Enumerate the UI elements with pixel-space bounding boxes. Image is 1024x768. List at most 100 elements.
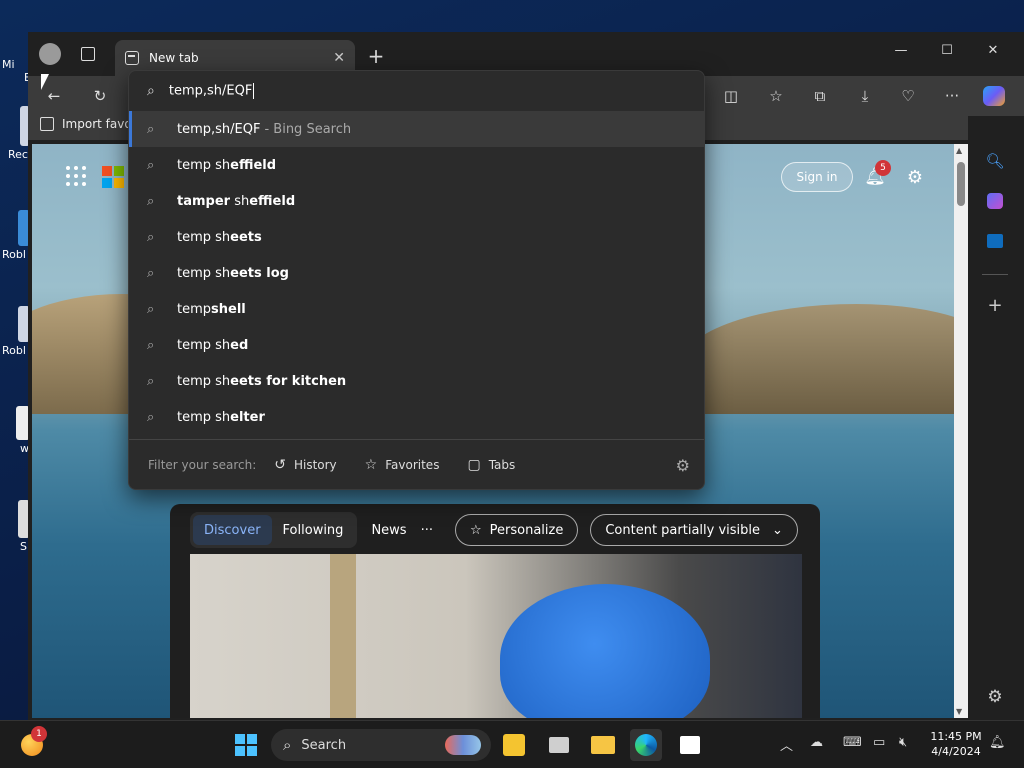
- suggestion-completion: eets for kitchen: [230, 373, 347, 389]
- scroll-up-icon[interactable]: ▲: [956, 146, 962, 155]
- windows-logo-icon: [235, 734, 257, 756]
- tabs-icon: ▢: [467, 457, 481, 473]
- sparkle-star-icon: ☆: [469, 522, 482, 538]
- scroll-down-icon[interactable]: ▼: [956, 707, 962, 716]
- microsoft-logo-icon[interactable]: [102, 166, 124, 188]
- close-tab-icon[interactable]: ✕: [333, 50, 345, 66]
- notifications-bell-icon[interactable]: 🔔︎: [989, 735, 1006, 750]
- suggestion-item[interactable]: ⌕ temp shell: [129, 291, 704, 327]
- search-icon: ⌕: [147, 83, 155, 99]
- maximize-button[interactable]: ☐: [924, 36, 970, 64]
- search-icon: ⌕: [147, 157, 155, 173]
- address-bar-input[interactable]: ⌕ temp,sh/EQF: [129, 71, 704, 111]
- clock[interactable]: 11:45 PM 4/4/2024: [924, 729, 988, 759]
- suggestion-completion: effield: [249, 193, 296, 209]
- search-icon: 🔍︎: [985, 152, 1005, 170]
- heart-pulse-icon: ♡: [901, 87, 915, 105]
- suggestion-completion: tamper: [177, 193, 231, 209]
- search-filter-bar: Filter your search: ↺ History ☆ Favorite…: [129, 440, 704, 489]
- suggestion-item[interactable]: ⌕ temp sh eets for kitchen: [129, 363, 704, 399]
- filter-label: Filter your search:: [148, 458, 257, 472]
- personalize-button[interactable]: ☆ Personalize: [454, 514, 579, 546]
- content-visibility-label: Content partially visible: [605, 522, 761, 538]
- clock-time: 11:45 PM: [930, 730, 982, 743]
- suggestion-item[interactable]: ⌕ temp sh eets: [129, 219, 704, 255]
- image-bucket: [500, 584, 710, 718]
- search-icon: ⌕: [147, 193, 155, 209]
- close-icon: ✕: [987, 42, 999, 58]
- page-settings-button[interactable]: ⚙: [900, 162, 930, 192]
- store-button[interactable]: [674, 729, 706, 761]
- new-tab-button[interactable]: +: [360, 42, 392, 70]
- onedrive-icon[interactable]: ☁: [810, 735, 823, 750]
- scrollbar-thumb[interactable]: [957, 162, 965, 206]
- tab-title: New tab: [149, 51, 199, 65]
- app-launcher-button[interactable]: [66, 166, 86, 186]
- taskbar-app-pre[interactable]: [498, 729, 530, 761]
- suggestion-settings-icon[interactable]: ⚙: [676, 456, 690, 475]
- feed-hero-image[interactable]: [190, 554, 802, 718]
- keyboard-icon[interactable]: ⌨: [843, 735, 862, 750]
- suggestion-completion: elter: [230, 409, 265, 425]
- mouse-cursor-icon: [41, 74, 49, 90]
- feed-segment: Discover Following: [190, 512, 358, 548]
- filter-tabs-button[interactable]: ▢ Tabs: [467, 457, 515, 473]
- filter-tabs-label: Tabs: [488, 458, 516, 472]
- suggestion-item[interactable]: ⌕ tamper sh effield: [129, 183, 704, 219]
- copilot-button[interactable]: [978, 80, 1010, 112]
- show-hidden-icons-button[interactable]: ︿: [780, 735, 793, 754]
- feed-more-button[interactable]: ···: [421, 523, 433, 538]
- gear-icon: ⚙: [987, 687, 1003, 707]
- suggestion-prefix: temp sh: [177, 409, 231, 425]
- volume-muted-icon[interactable]: 🔇︎: [899, 735, 907, 750]
- personalize-label: Personalize: [489, 522, 564, 538]
- outlook-icon: [987, 234, 1003, 248]
- sidebar-copilot-button[interactable]: [980, 186, 1010, 216]
- sidebar-search-button[interactable]: 🔍︎: [980, 146, 1010, 176]
- tab-discover[interactable]: Discover: [193, 515, 272, 545]
- search-icon: ⌕: [147, 229, 155, 245]
- suggestion-item[interactable]: ⌕ temp sh elter: [129, 399, 704, 435]
- sidebar-outlook-button[interactable]: [980, 226, 1010, 256]
- minimize-icon: —: [894, 42, 908, 58]
- content-visibility-dropdown[interactable]: Content partially visible ⌄: [590, 514, 798, 546]
- minimize-button[interactable]: —: [878, 36, 924, 64]
- task-view-button[interactable]: [543, 729, 575, 761]
- workspaces-button[interactable]: [72, 38, 104, 70]
- profile-button[interactable]: [34, 38, 66, 70]
- notification-count-badge: 5: [875, 160, 891, 176]
- sidebar-add-button[interactable]: +: [980, 290, 1010, 320]
- filter-history-button[interactable]: ↺ History: [274, 457, 336, 473]
- feed-tabs: Discover Following News ··· ☆ Personaliz…: [190, 512, 798, 548]
- tab-following[interactable]: Following: [272, 515, 355, 545]
- file-explorer-button[interactable]: [587, 729, 619, 761]
- tab-news[interactable]: News: [371, 523, 406, 538]
- edge-icon: [635, 734, 657, 756]
- network-icon[interactable]: ▭: [873, 735, 885, 750]
- sidebar-divider: [982, 274, 1008, 275]
- sign-in-button[interactable]: Sign in: [781, 162, 853, 192]
- suggestion-completion: eets: [230, 229, 262, 245]
- suggestion-bing-search[interactable]: ⌕ temp,sh/EQF - Bing Search: [129, 111, 704, 147]
- filter-favorites-button[interactable]: ☆ Favorites: [365, 457, 440, 473]
- close-window-button[interactable]: ✕: [970, 36, 1016, 64]
- page-scrollbar[interactable]: ▲ ▼: [954, 144, 968, 718]
- collections-icon: ⧉: [814, 87, 826, 105]
- news-feed: Discover Following News ··· ☆ Personaliz…: [170, 504, 820, 718]
- suggestion-prefix: temp: [177, 301, 212, 317]
- chevron-down-icon: ⌄: [772, 522, 783, 538]
- import-favorites-link[interactable]: Import favo: [62, 117, 132, 131]
- search-highlight-icon: [445, 735, 481, 755]
- suggestion-item[interactable]: ⌕ temp sh ed: [129, 327, 704, 363]
- edge-taskbar-button[interactable]: [630, 729, 662, 761]
- store-bag-icon: [680, 736, 700, 754]
- download-icon: ⤓: [861, 87, 869, 105]
- search-icon: ⌕: [147, 301, 155, 317]
- suggestion-item[interactable]: ⌕ temp sh eets log: [129, 255, 704, 291]
- plus-icon: +: [987, 294, 1003, 316]
- search-icon: ⌕: [147, 121, 155, 137]
- taskbar-search-box[interactable]: ⌕ Search: [271, 729, 491, 761]
- suggestion-item[interactable]: ⌕ temp sh effield: [129, 147, 704, 183]
- start-button[interactable]: [230, 729, 262, 761]
- sidebar-settings-button[interactable]: ⚙: [980, 682, 1010, 712]
